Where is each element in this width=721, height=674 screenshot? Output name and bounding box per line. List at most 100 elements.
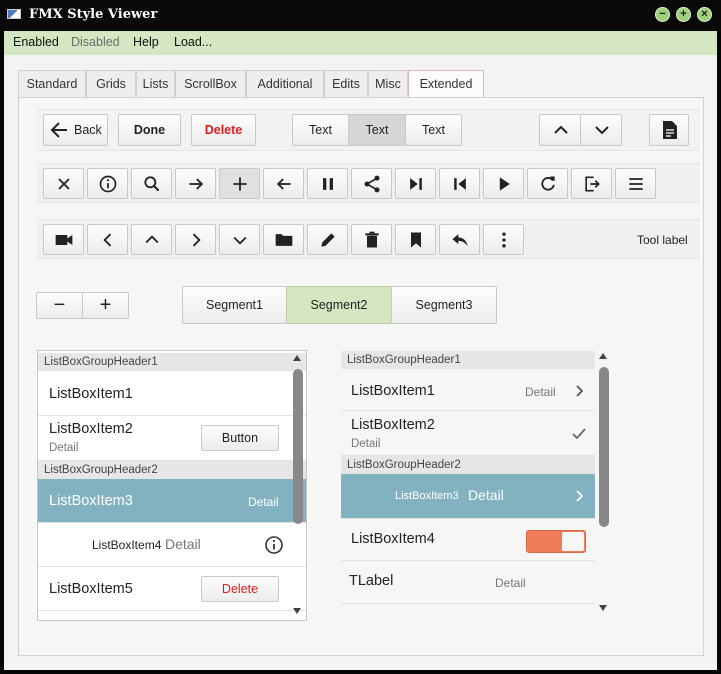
refresh-button[interactable] <box>527 168 568 199</box>
stepper-plus-button[interactable]: + <box>82 292 129 319</box>
back-label: Back <box>74 123 102 137</box>
group-header-2: ListBoxGroupHeader2 <box>38 461 306 479</box>
group-header-1: ListBoxGroupHeader1 <box>341 351 595 369</box>
folder-icon <box>275 233 292 246</box>
list-item[interactable]: ListBoxItem2 Detail Button <box>38 416 306 461</box>
tab-lists[interactable]: Lists <box>136 70 175 97</box>
list-item[interactable]: ListBoxItem1 Detail <box>341 369 595 411</box>
list-item[interactable]: ListBoxItem1 <box>38 371 306 416</box>
share-icon <box>364 175 379 192</box>
listbox-right[interactable]: ListBoxGroupHeader1 ListBoxItem1 Detail … <box>341 349 611 621</box>
trash-icon <box>364 231 379 247</box>
chevron-left-button[interactable] <box>87 224 128 255</box>
segment3-button[interactable]: Segment3 <box>391 286 497 324</box>
list-item-label: ListBoxItem2 <box>49 421 133 437</box>
toggle-switch[interactable] <box>526 530 586 553</box>
scroll-down-arrow[interactable] <box>293 608 301 614</box>
more-vertical-button[interactable] <box>483 224 524 255</box>
trash-button[interactable] <box>351 224 392 255</box>
tab-standard[interactable]: Standard <box>18 70 86 97</box>
pause-icon <box>322 177 333 190</box>
chevron-up-button[interactable] <box>131 224 172 255</box>
search-button[interactable] <box>131 168 172 199</box>
listbox-left[interactable]: ListBoxGroupHeader1 ListBoxItem1 ListBox… <box>37 350 307 621</box>
list-item-detail: Detail <box>468 487 504 503</box>
list-item-delete-button[interactable]: Delete <box>201 576 279 602</box>
close-button[interactable]: × <box>697 7 712 22</box>
tab-misc[interactable]: Misc <box>368 70 408 97</box>
plus-icon <box>232 176 247 191</box>
reply-button[interactable] <box>439 224 480 255</box>
camera-button[interactable] <box>43 224 84 255</box>
done-button[interactable]: Done <box>118 114 181 146</box>
close-button[interactable] <box>43 168 84 199</box>
list-item-button[interactable]: Button <box>201 425 279 451</box>
chevron-down-button[interactable] <box>580 114 622 146</box>
info-icon <box>99 175 116 192</box>
list-item-label: ListBoxItem2 <box>351 417 435 433</box>
info-button[interactable] <box>87 168 128 199</box>
arrow-right-button[interactable] <box>175 168 216 199</box>
scrollbar-thumb[interactable] <box>293 369 303 524</box>
tab-scrollbox[interactable]: ScrollBox <box>175 70 246 97</box>
chevron-down-button[interactable] <box>219 224 260 255</box>
arrow-left-button[interactable] <box>263 168 304 199</box>
document-button[interactable] <box>649 114 689 146</box>
menu-help[interactable]: Help <box>133 35 159 49</box>
skip-next-button[interactable] <box>395 168 436 199</box>
list-item-selected[interactable]: ListBoxItem3 Detail <box>38 479 306 523</box>
tab-extended[interactable]: Extended <box>408 70 484 98</box>
chevron-right-button[interactable] <box>175 224 216 255</box>
play-button[interactable] <box>483 168 524 199</box>
scroll-up-arrow[interactable] <box>293 355 301 361</box>
list-item-detail: Detail <box>49 442 79 454</box>
pencil-button[interactable] <box>307 224 348 255</box>
info-icon[interactable] <box>264 535 284 555</box>
camera-icon <box>55 234 72 245</box>
list-item[interactable]: TLabel Detail <box>341 561 595 604</box>
checkmark-icon <box>572 428 586 440</box>
list-item-selected[interactable]: ListBoxItem3 Detail <box>341 474 595 519</box>
menu-button[interactable] <box>615 168 656 199</box>
list-item-detail: Detail <box>351 438 381 450</box>
list-item[interactable]: ListBoxItem4 <box>341 519 595 561</box>
list-item[interactable]: ListBoxItem2 Detail <box>341 411 595 456</box>
segment1-button[interactable]: Segment1 <box>182 286 287 324</box>
chevron-up-button[interactable] <box>539 114 581 146</box>
arrow-left-icon <box>276 177 291 190</box>
scroll-down-arrow[interactable] <box>599 605 607 611</box>
bookmark-button[interactable] <box>395 224 436 255</box>
scroll-up-arrow[interactable] <box>599 353 607 359</box>
skip-previous-button[interactable] <box>439 168 480 199</box>
exit-button[interactable] <box>571 168 612 199</box>
pause-button[interactable] <box>307 168 348 199</box>
menu-enabled[interactable]: Enabled <box>13 35 59 49</box>
segment-text-2[interactable]: Text <box>348 114 406 146</box>
menu-load[interactable]: Load... <box>174 35 212 49</box>
folder-button[interactable] <box>263 224 304 255</box>
list-item-label: ListBoxItem4 <box>92 538 162 552</box>
segment-text-3[interactable]: Text <box>405 114 462 146</box>
segment-text-1[interactable]: Text <box>292 114 349 146</box>
plus-button[interactable] <box>219 168 260 199</box>
list-item[interactable]: ListBoxItem4 Detail <box>38 523 306 567</box>
minimize-button[interactable]: − <box>655 7 670 22</box>
arrow-left-icon <box>50 122 67 138</box>
delete-button[interactable]: Delete <box>191 114 256 146</box>
stepper-minus-button[interactable]: − <box>36 292 83 319</box>
segment2-button[interactable]: Segment2 <box>286 286 392 324</box>
menu-disabled: Disabled <box>71 35 120 49</box>
tab-edits[interactable]: Edits <box>324 70 368 97</box>
list-item[interactable]: ListBoxItem5 Delete <box>38 567 306 611</box>
share-button[interactable] <box>351 168 392 199</box>
chevron-right-icon <box>576 385 584 397</box>
back-button[interactable]: Back <box>43 114 108 146</box>
maximize-button[interactable]: + <box>676 7 691 22</box>
tab-grids[interactable]: Grids <box>86 70 136 97</box>
tab-additional[interactable]: Additional <box>246 70 324 97</box>
list-item-detail: Detail <box>495 576 526 590</box>
scrollbar-thumb[interactable] <box>599 367 609 527</box>
list-item-label: ListBoxItem1 <box>49 386 133 402</box>
chevron-right-icon <box>192 233 201 246</box>
close-icon <box>57 177 70 190</box>
